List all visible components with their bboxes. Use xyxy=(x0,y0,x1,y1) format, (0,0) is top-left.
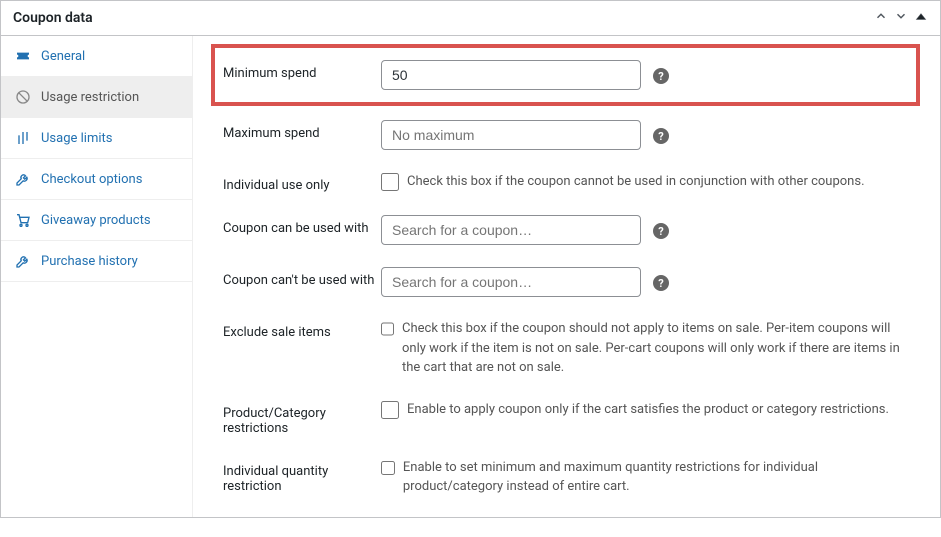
cart-icon xyxy=(15,212,31,228)
sidebar-item-label: Purchase history xyxy=(41,254,138,269)
sidebar: General Usage restriction Usage limits C… xyxy=(1,36,193,517)
help-icon[interactable]: ? xyxy=(653,128,669,144)
sidebar-item-general[interactable]: General xyxy=(1,36,192,77)
chevron-down-icon[interactable] xyxy=(894,9,908,27)
maximum-spend-input[interactable] xyxy=(381,120,641,150)
sidebar-item-usage-restriction[interactable]: Usage restriction xyxy=(1,77,192,118)
sidebar-item-label: Usage limits xyxy=(41,131,112,146)
row-not-used-with: Coupon can't be used with ? xyxy=(223,267,920,297)
wrench-icon xyxy=(15,171,31,187)
row-exclude-sale: Exclude sale items Check this box if the… xyxy=(223,319,920,378)
coupon-data-panel: Coupon data General Usage restriction Us… xyxy=(0,0,941,518)
sidebar-item-purchase-history[interactable]: Purchase history xyxy=(1,241,192,282)
sliders-icon xyxy=(15,130,31,146)
product-category-desc: Enable to apply coupon only if the cart … xyxy=(407,400,909,420)
panel-body: General Usage restriction Usage limits C… xyxy=(1,36,940,517)
row-individual-use: Individual use only Check this box if th… xyxy=(223,172,920,193)
label-individual-use: Individual use only xyxy=(223,172,381,193)
label-individual-qty: Individual quantity restriction xyxy=(223,458,381,494)
panel-header: Coupon data xyxy=(1,1,940,36)
label-not-used-with: Coupon can't be used with xyxy=(223,267,381,288)
individual-qty-desc: Enable to set minimum and maximum quanti… xyxy=(403,458,920,497)
label-minimum-spend: Minimum spend xyxy=(223,60,381,81)
exclude-sale-desc: Check this box if the coupon should not … xyxy=(402,319,920,378)
ban-icon xyxy=(15,89,31,105)
sidebar-item-label: Checkout options xyxy=(41,172,142,187)
sidebar-item-giveaway-products[interactable]: Giveaway products xyxy=(1,200,192,241)
label-maximum-spend: Maximum spend xyxy=(223,120,381,141)
row-product-category: Product/Category restrictions Enable to … xyxy=(223,400,920,436)
minimum-spend-input[interactable] xyxy=(381,60,641,90)
label-exclude-sale: Exclude sale items xyxy=(223,319,381,340)
label-product-category: Product/Category restrictions xyxy=(223,400,381,436)
help-icon[interactable]: ? xyxy=(653,275,669,291)
sidebar-item-label: Giveaway products xyxy=(41,213,151,228)
row-used-with: Coupon can be used with ? xyxy=(223,215,920,245)
chevron-up-icon[interactable] xyxy=(874,9,888,27)
sidebar-item-usage-limits[interactable]: Usage limits xyxy=(1,118,192,159)
help-icon[interactable]: ? xyxy=(653,223,669,239)
individual-use-checkbox[interactable] xyxy=(381,173,399,191)
panel-title: Coupon data xyxy=(13,10,93,26)
ticket-icon xyxy=(15,48,31,64)
wrench-icon xyxy=(15,253,31,269)
form-content: Minimum spend ? Maximum spend ? Individu… xyxy=(193,36,940,517)
label-used-with: Coupon can be used with xyxy=(223,215,381,236)
panel-controls xyxy=(874,9,928,27)
sidebar-item-label: Usage restriction xyxy=(41,90,139,105)
row-minimum-spend: Minimum spend ? xyxy=(211,44,920,106)
used-with-input[interactable] xyxy=(381,215,641,245)
individual-qty-checkbox[interactable] xyxy=(381,459,395,477)
row-maximum-spend: Maximum spend ? xyxy=(223,120,920,150)
sidebar-item-checkout-options[interactable]: Checkout options xyxy=(1,159,192,200)
individual-use-desc: Check this box if the coupon cannot be u… xyxy=(407,172,885,192)
not-used-with-input[interactable] xyxy=(381,267,641,297)
product-category-checkbox[interactable] xyxy=(381,401,399,419)
help-icon[interactable]: ? xyxy=(653,68,669,84)
sidebar-item-label: General xyxy=(41,49,85,64)
collapse-icon[interactable] xyxy=(914,9,928,27)
row-individual-qty: Individual quantity restriction Enable t… xyxy=(223,458,920,497)
exclude-sale-checkbox[interactable] xyxy=(381,320,394,338)
